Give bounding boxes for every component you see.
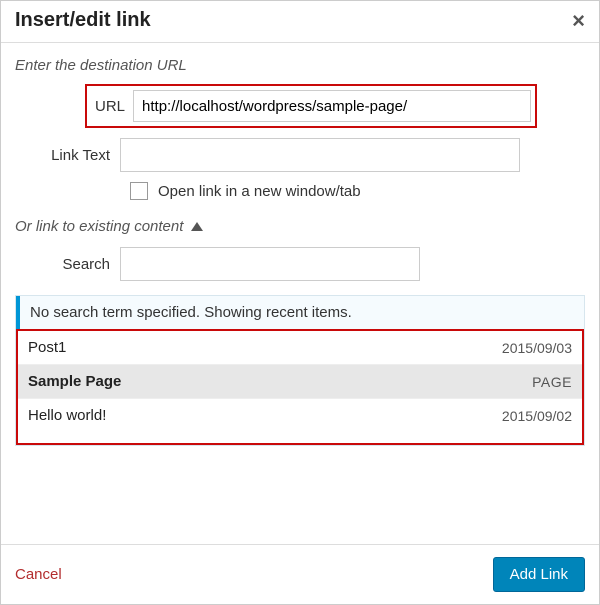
results-info: No search term specified. Showing recent…	[16, 296, 584, 329]
chevron-up-icon	[191, 222, 203, 231]
url-input[interactable]	[133, 90, 531, 122]
newtab-row: Open link in a new window/tab	[130, 182, 585, 200]
dialog-body: Enter the destination URL URL Link Text …	[1, 43, 599, 544]
result-meta: 2015/09/03	[502, 340, 572, 356]
existing-section-header[interactable]: Or link to existing content	[15, 218, 585, 235]
dialog-footer: Cancel Add Link	[1, 544, 599, 604]
linktext-row: Link Text	[15, 138, 585, 172]
linktext-input[interactable]	[120, 138, 520, 172]
result-title: Sample Page	[28, 373, 121, 390]
result-title: Hello world!	[28, 407, 106, 424]
result-meta: 2015/09/02	[502, 408, 572, 424]
newtab-label: Open link in a new window/tab	[158, 183, 361, 200]
list-item[interactable]: Post1 2015/09/03	[18, 331, 582, 364]
list-item[interactable]: Hello world! 2015/09/02	[18, 398, 582, 432]
url-label: URL	[91, 98, 125, 115]
existing-section-label: Or link to existing content	[15, 218, 183, 235]
result-meta: PAGE	[532, 374, 572, 390]
list-item[interactable]: Sample Page PAGE	[18, 364, 582, 398]
dialog-title: Insert/edit link	[15, 9, 151, 32]
search-row: Search	[15, 247, 585, 281]
cancel-button[interactable]: Cancel	[15, 566, 62, 583]
result-title: Post1	[28, 339, 66, 356]
linktext-label: Link Text	[15, 147, 120, 164]
insert-link-dialog: Insert/edit link × Enter the destination…	[0, 0, 600, 605]
dialog-header: Insert/edit link ×	[1, 1, 599, 43]
results-panel: No search term specified. Showing recent…	[15, 295, 585, 446]
search-input[interactable]	[120, 247, 420, 281]
newtab-checkbox[interactable]	[130, 182, 148, 200]
add-link-button[interactable]: Add Link	[493, 557, 585, 592]
results-list: Post1 2015/09/03 Sample Page PAGE Hello …	[16, 329, 584, 445]
search-label: Search	[15, 256, 120, 273]
destination-section-label: Enter the destination URL	[15, 57, 585, 74]
url-row: URL	[15, 84, 585, 128]
close-icon[interactable]: ×	[572, 10, 585, 32]
